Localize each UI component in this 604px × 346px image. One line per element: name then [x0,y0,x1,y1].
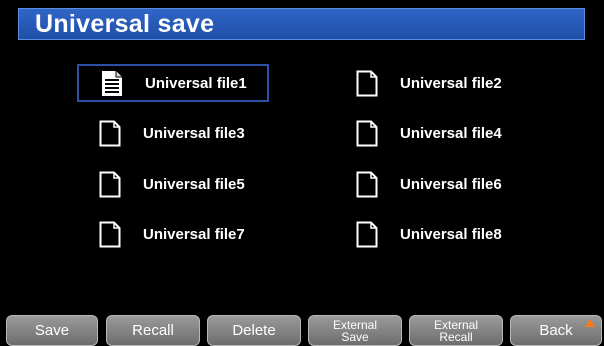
file-label: Universal file8 [400,225,502,243]
document-empty-icon [356,171,378,197]
file-label: Universal file1 [145,74,247,92]
file-label: Universal file6 [400,175,502,193]
file-slot-7[interactable]: Universal file7 [77,215,269,253]
file-label: Universal file4 [400,124,502,142]
file-slot-4[interactable]: Universal file4 [334,114,526,152]
file-slot-2[interactable]: Universal file2 [334,64,526,102]
document-empty-icon [99,221,121,247]
delete-button[interactable]: Delete [207,315,301,346]
file-label: Universal file2 [400,74,502,92]
back-button[interactable]: Back [510,315,602,346]
file-slot-8[interactable]: Universal file8 [334,215,526,253]
back-button-label: Back [539,322,573,339]
external-save-label-line2: Save [341,329,369,344]
document-empty-icon [356,221,378,247]
file-slot-1[interactable]: Universal file1 [77,64,269,102]
external-save-button[interactable]: External Save [308,315,402,346]
up-arrow-icon [585,319,595,327]
document-empty-icon [356,120,378,146]
document-empty-icon [99,171,121,197]
recall-button[interactable]: Recall [106,315,200,346]
document-filled-icon [102,70,122,96]
document-empty-icon [356,70,378,96]
file-slot-3[interactable]: Universal file3 [77,114,269,152]
save-button-label: Save [34,322,70,339]
title-bar: Universal save [18,8,585,40]
recall-button-label: Recall [132,322,174,339]
file-slot-6[interactable]: Universal file6 [334,165,526,203]
external-recall-label-line2: Recall [439,329,473,344]
file-label: Universal file5 [143,175,245,193]
external-recall-button[interactable]: External Recall [409,315,503,346]
file-slot-5[interactable]: Universal file5 [77,165,269,203]
external-recall-label-line1: External [433,317,479,332]
file-label: Universal file7 [143,225,245,243]
document-empty-icon [99,120,121,146]
save-button[interactable]: Save [6,315,98,346]
page-title: Universal save [35,10,215,38]
external-save-label-line1: External [332,317,378,332]
delete-button-label: Delete [232,322,276,339]
file-label: Universal file3 [143,124,245,142]
